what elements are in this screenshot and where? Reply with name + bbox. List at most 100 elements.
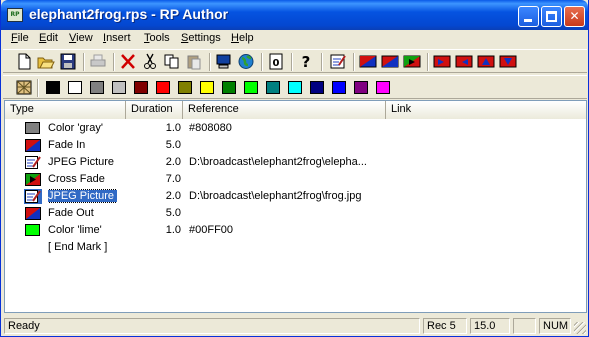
cell-duration: 5.0 <box>165 139 181 151</box>
minimize-button[interactable] <box>518 6 539 27</box>
menu-tools[interactable]: Tools <box>144 32 170 44</box>
close-icon: ✕ <box>569 9 580 23</box>
cell-type: Fade Out <box>48 207 94 219</box>
media-list[interactable]: Type Duration Reference Link Color 'gray… <box>4 100 587 313</box>
open-folder-icon[interactable] <box>37 53 55 70</box>
color-swatch-6[interactable] <box>178 81 192 94</box>
cell-reference: #808080 <box>189 122 232 134</box>
color-swatch-4[interactable] <box>134 81 148 94</box>
cell-reference: D:\broadcast\elephant2frog\elepha... <box>189 156 367 168</box>
menu-edit[interactable]: Edit <box>39 32 58 44</box>
cell-reference <box>189 205 385 222</box>
cell-duration: 1.0 <box>165 224 181 236</box>
main-toolbar: 0 ? <box>3 49 587 73</box>
wipe-up-icon[interactable] <box>477 53 495 70</box>
maximize-icon <box>546 11 557 22</box>
wipe-left-icon[interactable] <box>455 53 473 70</box>
close-button[interactable]: ✕ <box>564 6 585 27</box>
color-swatch-7[interactable] <box>200 81 214 94</box>
color-swatch-5[interactable] <box>156 81 170 94</box>
new-file-icon[interactable] <box>15 53 33 70</box>
list-header: Type Duration Reference Link <box>5 101 586 119</box>
cell-duration: 2.0 <box>165 156 181 168</box>
cut-icon[interactable] <box>141 53 159 70</box>
color-swatch-1[interactable] <box>68 81 82 94</box>
table-row[interactable]: Cross Fade 7.0 <box>5 171 586 188</box>
menu-bar: File Edit View Insert Tools Settings Hel… <box>2 30 588 48</box>
info-icon[interactable]: 0 <box>267 53 285 70</box>
cell-duration: 1.0 <box>165 122 181 134</box>
status-empty <box>513 318 536 334</box>
menu-insert[interactable]: Insert <box>103 32 131 44</box>
status-message: Ready <box>4 318 420 334</box>
menu-settings[interactable]: Settings <box>181 32 221 44</box>
cell-duration: 2.0 <box>165 190 181 202</box>
jpeg-picture-icon <box>24 189 42 204</box>
color-swatch-13[interactable] <box>332 81 346 94</box>
column-reference[interactable]: Reference <box>183 101 386 119</box>
color-swatch-icon <box>25 224 41 237</box>
maximize-button[interactable] <box>541 6 562 27</box>
cell-reference <box>189 137 385 154</box>
custom-color-icon[interactable] <box>15 79 33 96</box>
table-row[interactable]: [ End Mark ] <box>5 239 586 256</box>
cell-type: Color 'gray' <box>48 122 103 134</box>
table-row[interactable]: Color 'lime' 1.0 #00FF00 <box>5 222 586 239</box>
color-swatch-15[interactable] <box>376 81 390 94</box>
color-swatch-11[interactable] <box>288 81 302 94</box>
table-row[interactable]: Fade In 5.0 <box>5 137 586 154</box>
print-icon[interactable] <box>89 53 107 70</box>
svg-text:0: 0 <box>273 58 280 69</box>
menu-file[interactable]: File <box>11 32 29 44</box>
window-title: elephant2frog.rps - RP Author <box>29 6 229 22</box>
fade-out-icon[interactable] <box>381 53 399 70</box>
delete-icon[interactable] <box>119 53 137 70</box>
color-swatch-14[interactable] <box>354 81 368 94</box>
cross-fade-icon <box>25 173 41 186</box>
color-swatch-3[interactable] <box>112 81 126 94</box>
column-duration[interactable]: Duration <box>126 101 183 119</box>
edit-properties-icon[interactable] <box>329 53 347 70</box>
cell-type: JPEG Picture <box>48 156 115 168</box>
main-window: RP elephant2frog.rps - RP Author ✕ File … <box>0 0 589 337</box>
column-type[interactable]: Type <box>5 101 126 119</box>
app-icon[interactable]: RP <box>7 8 23 22</box>
cell-type: Fade In <box>48 139 86 151</box>
color-swatch-9[interactable] <box>244 81 258 94</box>
web-globe-icon[interactable] <box>237 53 255 70</box>
preview-computer-icon[interactable] <box>215 53 233 70</box>
save-icon[interactable] <box>59 53 77 70</box>
cell-duration: 7.0 <box>165 173 181 185</box>
cell-type: JPEG Picture <box>48 188 118 205</box>
table-row[interactable]: Fade Out 5.0 <box>5 205 586 222</box>
color-swatch-8[interactable] <box>222 81 236 94</box>
svg-text:?: ? <box>302 53 311 70</box>
wipe-right-icon[interactable] <box>433 53 451 70</box>
resize-grip[interactable] <box>574 322 586 334</box>
table-row[interactable]: JPEG Picture 2.0 D:\broadcast\elephant2fro… <box>5 154 586 171</box>
cross-fade-icon[interactable] <box>403 53 421 70</box>
paste-icon[interactable] <box>185 53 203 70</box>
table-row[interactable]: JPEG Picture 2.0 D:\broadcast\elephant2fro… <box>5 188 586 205</box>
color-swatch-2[interactable] <box>90 81 104 94</box>
color-swatch-0[interactable] <box>46 81 60 94</box>
column-link[interactable]: Link <box>386 101 586 119</box>
fade-in-icon[interactable] <box>359 53 377 70</box>
table-row[interactable]: Color 'gray' 1.0 #808080 <box>5 120 586 137</box>
title-bar[interactable]: RP elephant2frog.rps - RP Author ✕ <box>1 0 588 30</box>
cell-duration <box>129 239 181 256</box>
cell-type: [ End Mark ] <box>48 241 108 253</box>
wipe-down-icon[interactable] <box>499 53 517 70</box>
minimize-icon <box>524 19 532 22</box>
help-icon[interactable]: ? <box>297 53 315 70</box>
status-num: NUM <box>539 318 571 334</box>
color-palette-toolbar <box>3 75 587 99</box>
menu-view[interactable]: View <box>69 32 93 44</box>
copy-icon[interactable] <box>163 53 181 70</box>
cell-type: Color 'lime' <box>48 224 102 236</box>
color-swatch-12[interactable] <box>310 81 324 94</box>
color-swatch-icon <box>25 122 41 135</box>
menu-help[interactable]: Help <box>231 32 254 44</box>
cell-type: Cross Fade <box>48 173 105 185</box>
color-swatch-10[interactable] <box>266 81 280 94</box>
